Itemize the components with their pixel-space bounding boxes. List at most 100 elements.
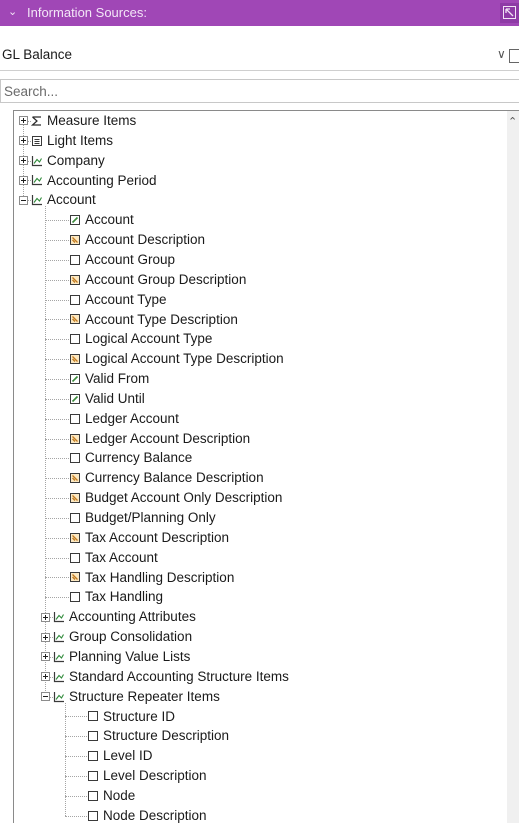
tree-leaf[interactable]: Level ID [14,746,507,766]
dimension-icon [31,174,43,189]
tree-item-label: Account Group Description [85,271,247,287]
dimension-icon [53,611,65,626]
search-box[interactable] [0,79,519,103]
tree-leaf[interactable]: Account Group Description [14,270,507,290]
tree-item-label: Structure ID [103,708,176,724]
tree-guide-line [65,716,87,718]
source-tree: Measure Items Light Items Company Accountin… [13,110,507,823]
tree-leaf[interactable]: Ledger Account Description [14,429,507,449]
tree-leaf[interactable]: Node Description [14,806,507,823]
tree-node[interactable]: Measure Items [14,111,507,131]
expand-icon[interactable] [19,175,28,185]
blank-box-icon [87,770,99,785]
orange-text-icon [69,472,81,487]
tree-leaf[interactable]: Account Group [14,250,507,270]
blank-box-icon [69,254,81,269]
tree-leaf[interactable]: Level Description [14,766,507,786]
tree-node[interactable]: Company [14,151,507,171]
collapse-icon[interactable] [41,692,50,702]
tree-leaf[interactable]: Tax Account [14,548,507,568]
collapse-icon[interactable] [19,195,28,205]
tree-node[interactable]: Light Items [14,131,507,151]
tree-leaf[interactable]: Valid Until [14,389,507,409]
tree-leaf[interactable]: Account Type [14,290,507,310]
tree-item-label: Structure Description [103,728,230,744]
tree-node[interactable]: Planning Value Lists [14,647,507,667]
tree-item-label: Node [103,787,136,803]
blank-box-icon [69,512,81,527]
tree-leaf[interactable]: Tax Handling Description [14,568,507,588]
tree-leaf[interactable]: Ledger Account [14,409,507,429]
tree-leaf[interactable]: Structure Description [14,726,507,746]
tree-leaf[interactable]: Account Type Description [14,310,507,330]
tree-item-label: Planning Value Lists [69,648,191,664]
tree-item-label: Group Consolidation [69,629,193,645]
expand-icon[interactable] [41,632,50,642]
tree-item-label: Budget Account Only Description [85,490,283,506]
expand-icon[interactable] [41,652,50,662]
search-input[interactable] [4,82,504,100]
tree-node[interactable]: Group Consolidation [14,627,507,647]
tree-guide-line [45,478,69,480]
tree-leaf[interactable]: Logical Account Type [14,329,507,349]
tree-node[interactable]: Standard Accounting Structure Items [14,667,507,687]
collapse-chevron-icon[interactable]: ⌄ [8,5,17,18]
tree-guide-line [45,577,69,579]
source-dropdown[interactable]: GL Balance ∨ [0,47,519,70]
expand-icon[interactable] [19,136,28,146]
tree-guide-line [45,339,69,341]
source-dropdown-value: GL Balance [2,47,73,62]
expand-icon[interactable] [19,116,28,126]
pin-icon[interactable] [500,3,519,23]
tree-guide-line [65,775,87,777]
tree-leaf[interactable]: Tax Account Description [14,528,507,548]
tree-leaf[interactable]: Currency Balance [14,448,507,468]
scroll-up-icon[interactable]: ⌃ [508,115,517,128]
tree-item-label: Currency Balance Description [85,470,264,486]
tree-node[interactable]: Accounting Attributes [14,607,507,627]
tree-guide-line [65,815,87,817]
tree-leaf[interactable]: Budget/Planning Only [14,508,507,528]
tree-node[interactable]: Structure Repeater Items [14,687,507,707]
tree-leaf[interactable]: Logical Account Type Description [14,349,507,369]
tree-item-label: Tax Handling Description [85,569,235,585]
list-icon [31,135,43,150]
tree-node[interactable]: Accounting Period [14,171,507,191]
tree-node[interactable]: Account [14,190,507,210]
expand-icon[interactable] [41,672,50,682]
vertical-scrollbar[interactable]: ⌃ [507,110,519,823]
blank-box-icon [87,810,99,823]
tree-item-label: Logical Account Type Description [85,351,284,367]
dimension-icon [31,155,43,170]
tree-leaf[interactable]: Account [14,210,507,230]
tree-leaf[interactable]: Structure ID [14,707,507,727]
tree-guide-line [45,378,69,380]
expand-icon[interactable] [41,612,50,622]
tree-item-label: Ledger Account Description [85,430,251,446]
blank-box-icon [69,452,81,467]
tree-leaf[interactable]: Currency Balance Description [14,468,507,488]
tree-guide-line [45,498,69,500]
tree-guide-line [45,537,69,539]
green-key-icon [69,214,81,229]
tree-item-label: Budget/Planning Only [85,510,216,525]
orange-text-icon [69,313,81,328]
tree-leaf[interactable]: Budget Account Only Description [14,488,507,508]
panel-title: Information Sources: [27,5,147,20]
tree-guide-line [45,259,69,261]
tree-leaf[interactable]: Valid From [14,369,507,389]
info-sources-header[interactable]: ⌄ Information Sources: [0,0,519,26]
tree-item-label: Account Group [85,251,176,267]
tree-leaf[interactable]: Tax Handling [14,587,507,607]
blank-box-icon [87,730,99,745]
tree-guide-line [45,597,69,599]
chevron-down-icon[interactable]: ∨ [497,47,506,61]
tree-item-label: Tax Account [85,549,158,565]
tree-leaf[interactable]: Node [14,786,507,806]
tree-item-label: Structure Repeater Items [69,688,220,704]
orange-text-icon [69,571,81,586]
tree-item-label: Accounting Attributes [69,609,196,625]
tree-leaf[interactable]: Account Description [14,230,507,250]
expand-icon[interactable] [19,156,28,166]
options-icon[interactable] [509,49,519,63]
